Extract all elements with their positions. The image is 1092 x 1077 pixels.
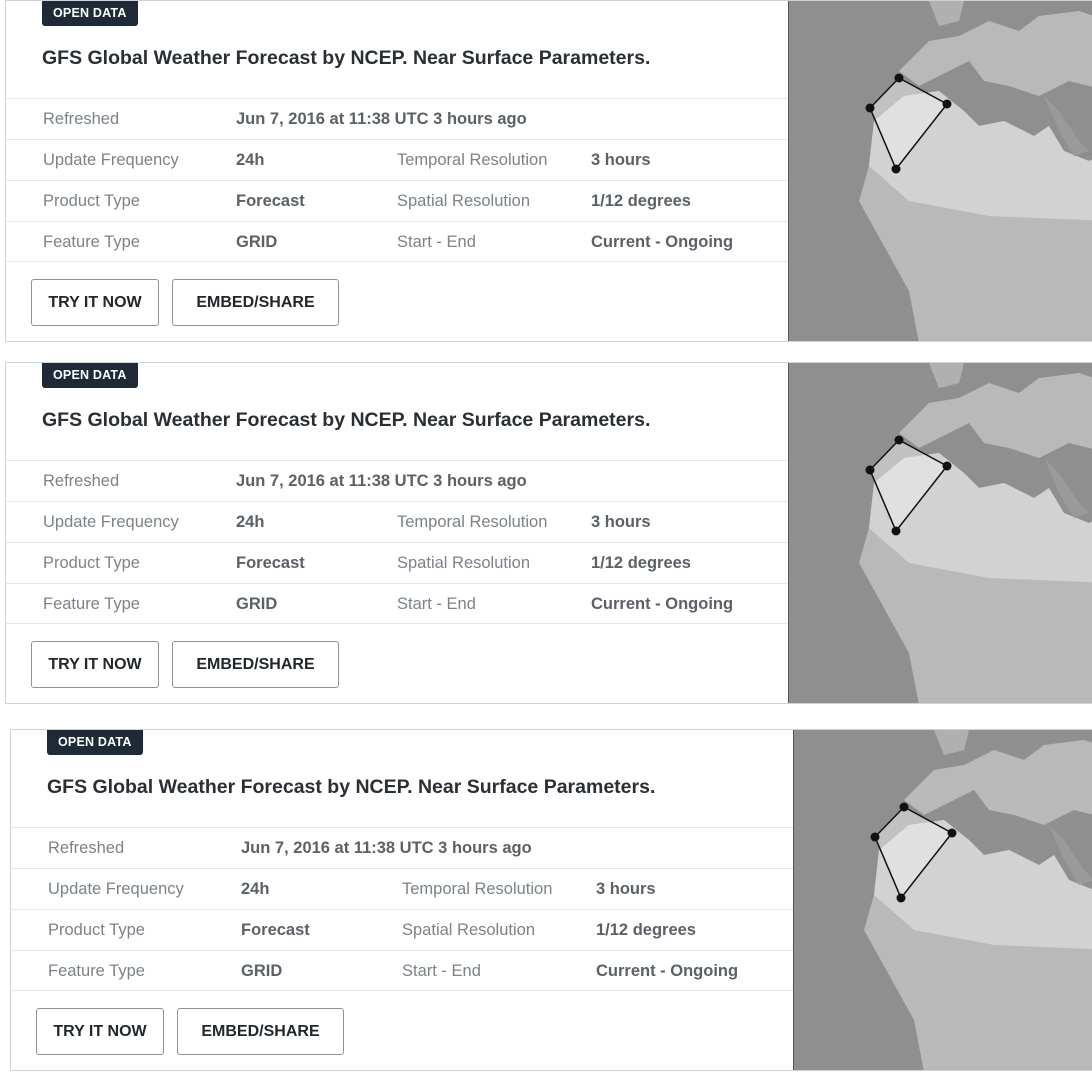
temporal-resolution-label: Temporal Resolution — [397, 151, 548, 169]
update-frequency-label: Update Frequency — [43, 151, 179, 169]
temporal-resolution-value: 3 hours — [591, 151, 651, 169]
spatial-resolution-value: 1/12 degrees — [591, 192, 691, 210]
metadata-row-product: Product Type Forecast Spatial Resolution… — [6, 542, 788, 583]
metadata-row-refreshed: Refreshed Jun 7, 2016 at 11:38 UTC 3 hou… — [6, 98, 788, 139]
metadata-row-frequency: Update Frequency 24h Temporal Resolution… — [6, 139, 788, 180]
product-type-value: Forecast — [241, 921, 310, 939]
product-type-label: Product Type — [43, 554, 140, 572]
dataset-title[interactable]: GFS Global Weather Forecast by NCEP. Nea… — [42, 47, 650, 70]
metadata-table: Refreshed Jun 7, 2016 at 11:38 UTC 3 hou… — [6, 98, 788, 262]
region-map-thumbnail[interactable] — [788, 1, 1092, 341]
map-icon — [789, 1, 1092, 341]
open-data-badge: OPEN DATA — [47, 730, 143, 755]
start-end-value: Current - Ongoing — [591, 595, 734, 613]
metadata-table: Refreshed Jun 7, 2016 at 11:38 UTC 3 hou… — [11, 827, 793, 991]
update-frequency-value: 24h — [236, 151, 265, 169]
product-type-label: Product Type — [48, 921, 145, 939]
map-icon — [794, 730, 1092, 1070]
temporal-resolution-label: Temporal Resolution — [397, 513, 548, 531]
embed-share-button[interactable]: EMBED/SHARE — [177, 1008, 344, 1055]
update-frequency-label: Update Frequency — [43, 513, 179, 531]
dataset-card: OPEN DATA GFS Global Weather Forecast by… — [5, 0, 1092, 342]
try-it-now-button[interactable]: TRY IT NOW — [31, 641, 159, 688]
embed-share-button[interactable]: EMBED/SHARE — [172, 279, 339, 326]
try-it-now-button[interactable]: TRY IT NOW — [36, 1008, 164, 1055]
metadata-row-product: Product Type Forecast Spatial Resolution… — [6, 180, 788, 221]
dataset-title[interactable]: GFS Global Weather Forecast by NCEP. Nea… — [42, 409, 650, 432]
product-type-value: Forecast — [236, 554, 305, 572]
spatial-resolution-value: 1/12 degrees — [596, 921, 696, 939]
metadata-row-refreshed: Refreshed Jun 7, 2016 at 11:38 UTC 3 hou… — [6, 460, 788, 501]
feature-type-label: Feature Type — [48, 962, 145, 980]
product-type-label: Product Type — [43, 192, 140, 210]
refreshed-label: Refreshed — [43, 110, 120, 128]
start-end-label: Start - End — [397, 233, 476, 251]
feature-type-value: GRID — [241, 962, 283, 980]
feature-type-value: GRID — [236, 595, 278, 613]
dataset-details: OPEN DATA GFS Global Weather Forecast by… — [11, 730, 793, 1070]
region-map-thumbnail[interactable] — [793, 730, 1092, 1070]
dataset-details: OPEN DATA GFS Global Weather Forecast by… — [6, 1, 788, 341]
start-end-label: Start - End — [397, 595, 476, 613]
metadata-row-product: Product Type Forecast Spatial Resolution… — [11, 909, 793, 950]
dataset-card: OPEN DATA GFS Global Weather Forecast by… — [5, 362, 1092, 704]
map-icon — [789, 363, 1092, 703]
spatial-resolution-label: Spatial Resolution — [402, 921, 535, 939]
metadata-row-feature: Feature Type GRID Start - End Current - … — [6, 583, 788, 624]
temporal-resolution-value: 3 hours — [596, 880, 656, 898]
refreshed-label: Refreshed — [43, 472, 120, 490]
dataset-card: OPEN DATA GFS Global Weather Forecast by… — [10, 729, 1092, 1071]
start-end-value: Current - Ongoing — [596, 962, 739, 980]
update-frequency-value: 24h — [236, 513, 265, 531]
feature-type-label: Feature Type — [43, 233, 140, 251]
update-frequency-value: 24h — [241, 880, 270, 898]
product-type-value: Forecast — [236, 192, 305, 210]
feature-type-label: Feature Type — [43, 595, 140, 613]
start-end-value: Current - Ongoing — [591, 233, 734, 251]
region-map-thumbnail[interactable] — [788, 363, 1092, 703]
try-it-now-button[interactable]: TRY IT NOW — [31, 279, 159, 326]
temporal-resolution-label: Temporal Resolution — [402, 880, 553, 898]
metadata-row-feature: Feature Type GRID Start - End Current - … — [11, 950, 793, 991]
update-frequency-label: Update Frequency — [48, 880, 184, 898]
embed-share-button[interactable]: EMBED/SHARE — [172, 641, 339, 688]
refreshed-label: Refreshed — [48, 839, 125, 857]
open-data-badge: OPEN DATA — [42, 1, 138, 26]
metadata-row-refreshed: Refreshed Jun 7, 2016 at 11:38 UTC 3 hou… — [11, 827, 793, 868]
dataset-title[interactable]: GFS Global Weather Forecast by NCEP. Nea… — [47, 776, 655, 799]
refreshed-value: Jun 7, 2016 at 11:38 UTC 3 hours ago — [241, 839, 532, 857]
metadata-row-frequency: Update Frequency 24h Temporal Resolution… — [6, 501, 788, 542]
feature-type-value: GRID — [236, 233, 278, 251]
start-end-label: Start - End — [402, 962, 481, 980]
spatial-resolution-value: 1/12 degrees — [591, 554, 691, 572]
dataset-details: OPEN DATA GFS Global Weather Forecast by… — [6, 363, 788, 703]
refreshed-value: Jun 7, 2016 at 11:38 UTC 3 hours ago — [236, 472, 527, 490]
metadata-table: Refreshed Jun 7, 2016 at 11:38 UTC 3 hou… — [6, 460, 788, 624]
metadata-row-frequency: Update Frequency 24h Temporal Resolution… — [11, 868, 793, 909]
spatial-resolution-label: Spatial Resolution — [397, 554, 530, 572]
spatial-resolution-label: Spatial Resolution — [397, 192, 530, 210]
refreshed-value: Jun 7, 2016 at 11:38 UTC 3 hours ago — [236, 110, 527, 128]
temporal-resolution-value: 3 hours — [591, 513, 651, 531]
metadata-row-feature: Feature Type GRID Start - End Current - … — [6, 221, 788, 262]
open-data-badge: OPEN DATA — [42, 363, 138, 388]
